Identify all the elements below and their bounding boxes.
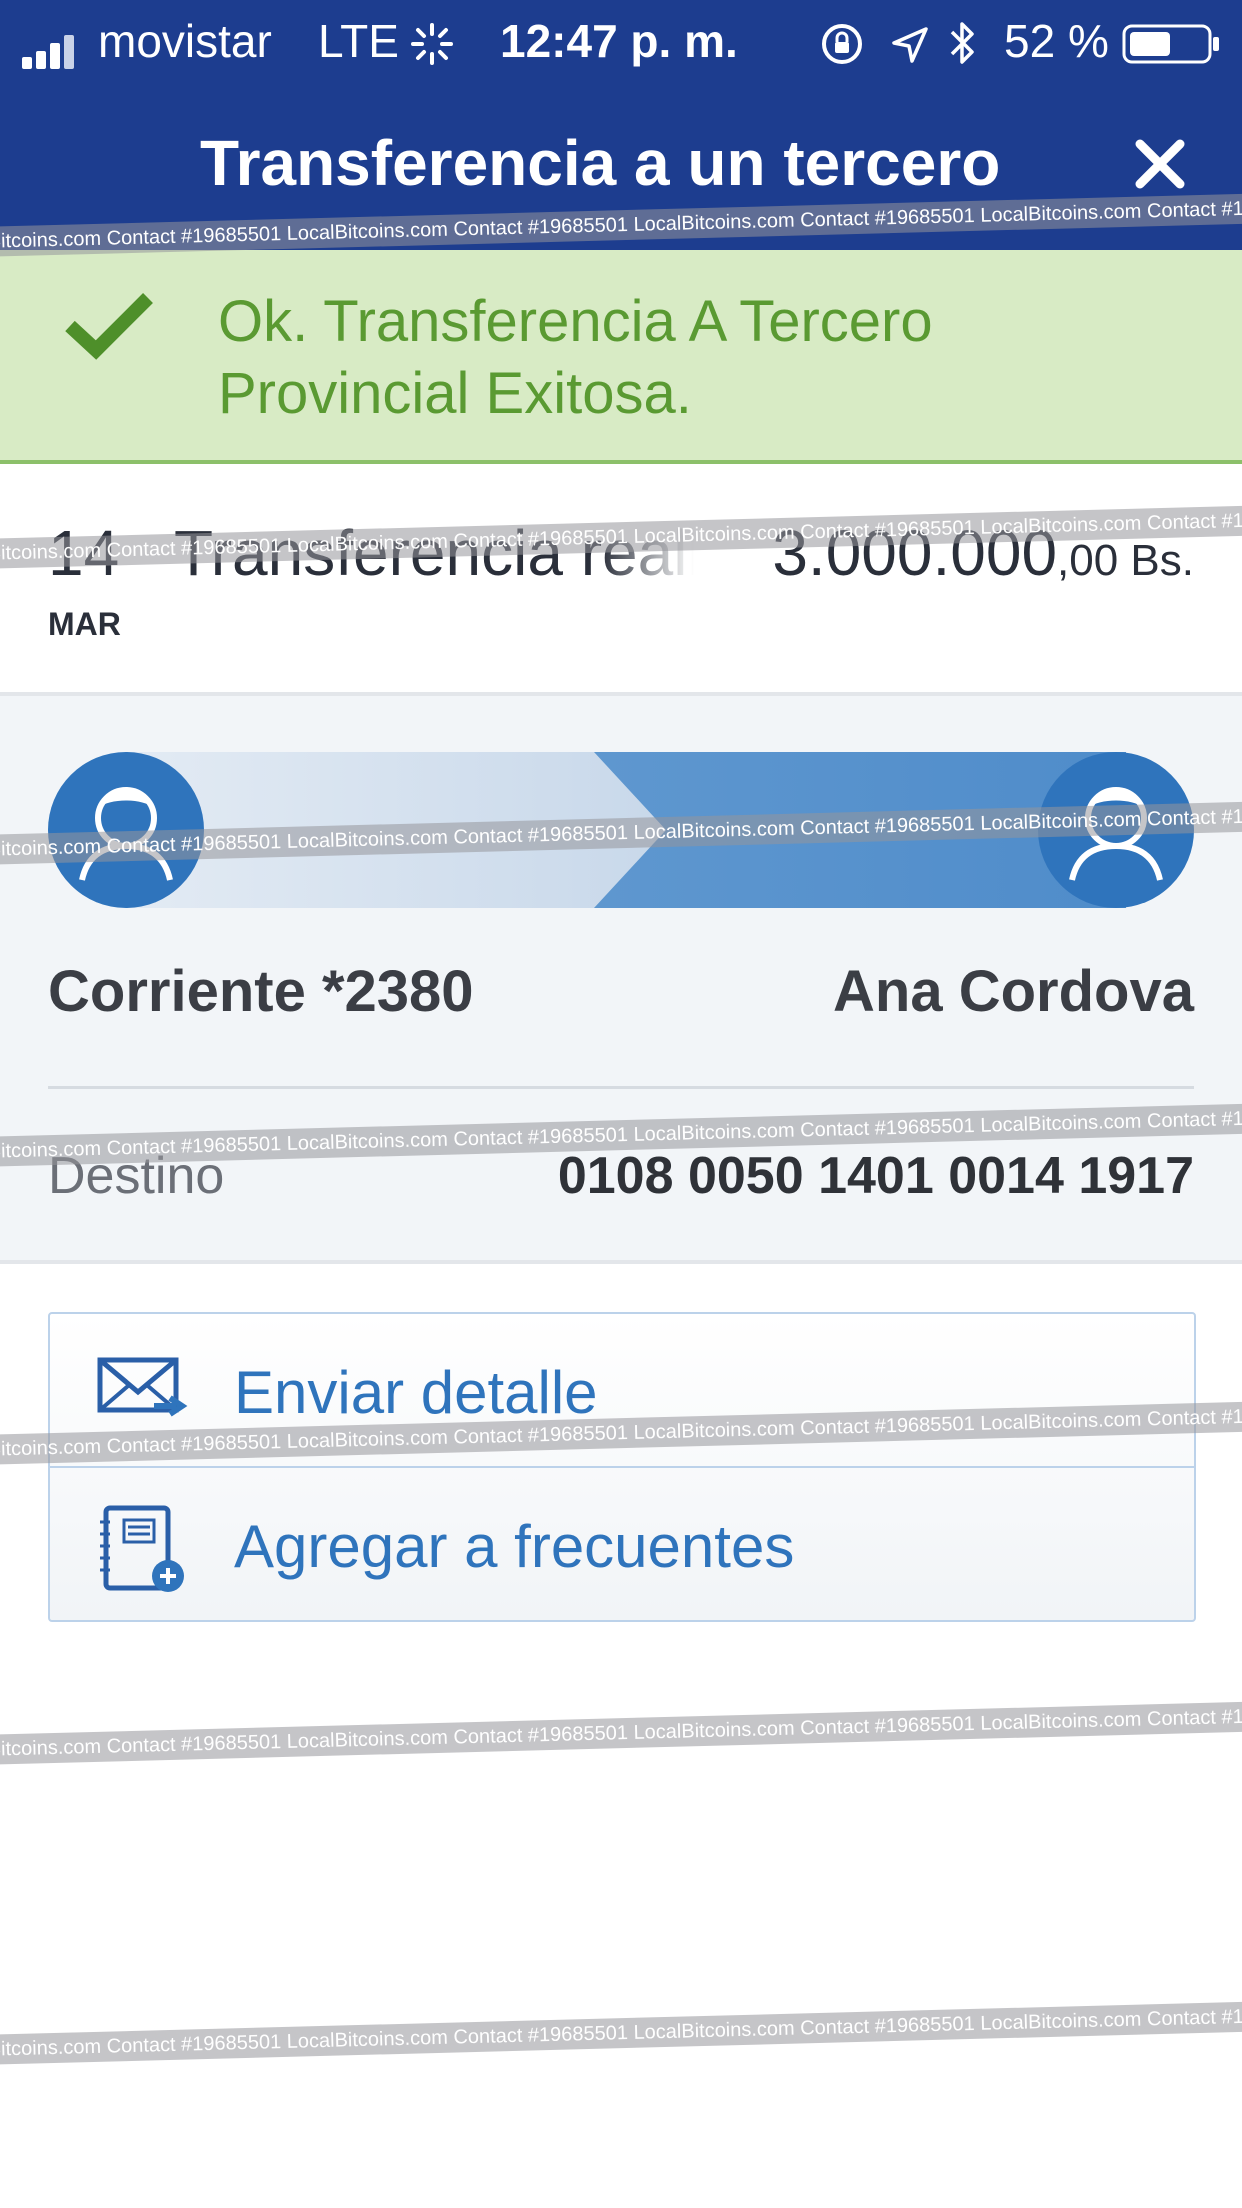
amount-cents: ,00 Bs. — [1057, 536, 1194, 585]
add-to-favorites-label: Agregar a frecuentes — [234, 1513, 795, 1580]
source-account: Corriente *2380 — [48, 959, 474, 1024]
actions-list: Enviar detalle Agregar a frecuentes — [48, 1312, 1196, 1622]
orientation-lock-icon — [820, 22, 864, 77]
loading-icon — [410, 22, 454, 77]
transaction-month: MAR — [48, 606, 121, 642]
destination-account-number: 0108 0050 1401 0014 1917 — [557, 1147, 1194, 1205]
clock: 12:47 p. m. — [500, 15, 738, 67]
battery-icon — [1122, 22, 1222, 77]
location-icon — [890, 22, 930, 76]
battery-percent: 52 % — [1004, 15, 1109, 67]
address-book-add-icon — [94, 1502, 190, 1603]
signal-icon — [22, 26, 86, 80]
status-bar: movistar LTE 12:47 p. m. 52 % — [0, 0, 1242, 84]
network-label: LTE — [318, 15, 399, 67]
transaction-row: 14 MAR Transferencia realizada 3.000.000… — [0, 464, 1242, 696]
checkmark-icon — [64, 290, 154, 365]
close-icon — [1135, 139, 1185, 189]
carrier-label: movistar — [98, 15, 272, 67]
success-message: Ok. Transferencia A Tercero Provincial E… — [218, 286, 933, 430]
watermark: LocalBitcoins.com Contact #19685501 Loca… — [0, 1699, 1242, 1766]
success-banner: Ok. Transferencia A Tercero Provincial E… — [0, 250, 1242, 464]
add-to-favorites-button[interactable]: Agregar a frecuentes — [50, 1466, 1194, 1620]
close-button[interactable] — [1132, 136, 1188, 192]
recipient-name: Ana Cordova — [833, 959, 1194, 1024]
divider — [48, 1086, 1194, 1089]
page-title: Transferencia a un tercero — [200, 127, 1001, 199]
bluetooth-icon — [946, 20, 978, 77]
mail-send-icon — [94, 1348, 190, 1437]
watermark: LocalBitcoins.com Contact #19685501 Loca… — [0, 1999, 1242, 2066]
success-message-line1: Ok. Transferencia A Tercero — [218, 289, 933, 354]
send-detail-label: Enviar detalle — [234, 1359, 598, 1426]
transfer-details: Corriente *2380 Ana Cordova Destino 0108… — [0, 696, 1242, 1264]
success-message-line2: Provincial Exitosa. — [218, 361, 692, 426]
